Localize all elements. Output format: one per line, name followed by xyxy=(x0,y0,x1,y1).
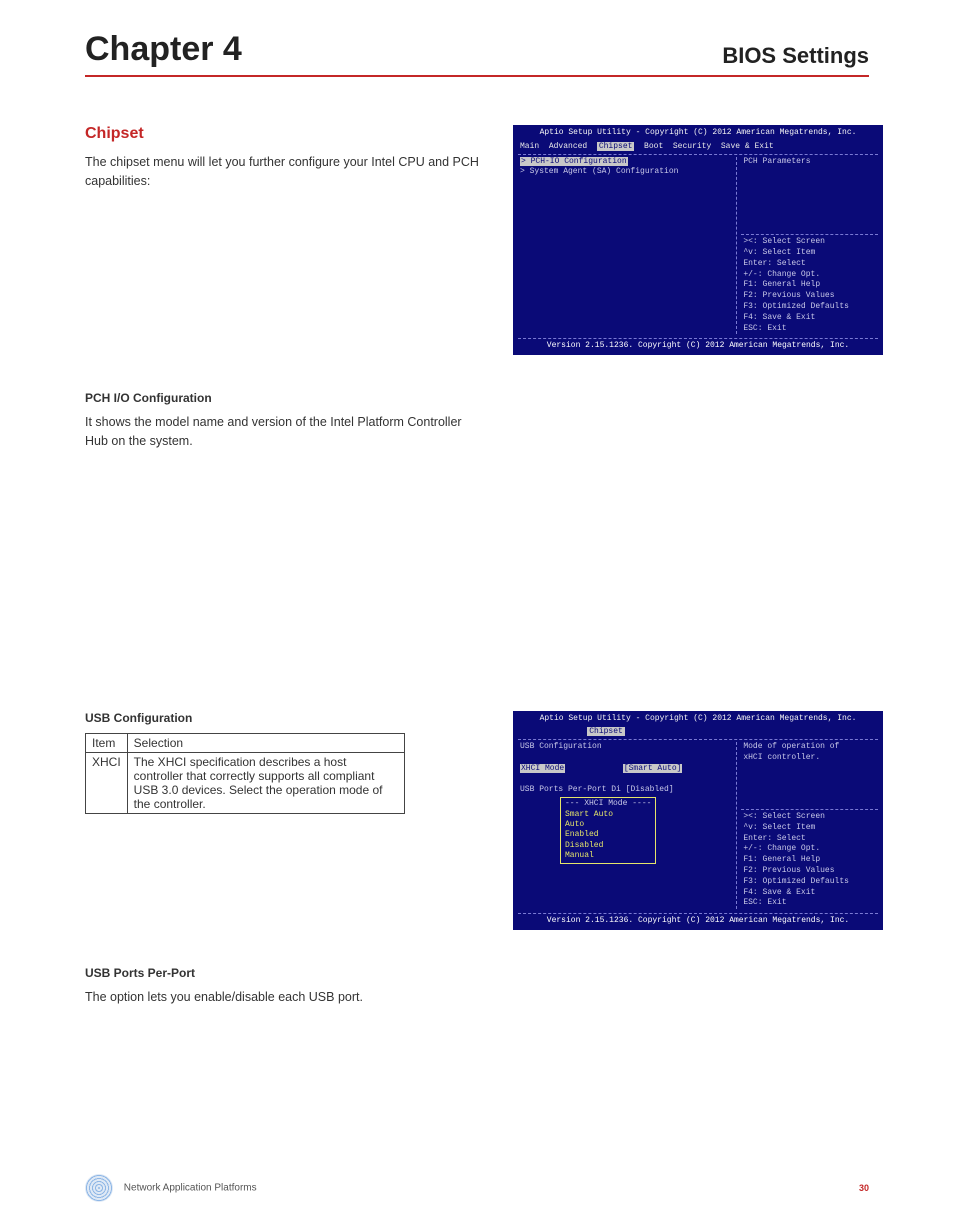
bios1-key-8: ESC: Exit xyxy=(743,324,786,333)
bios1-main-pane: > PCH-IO Configuration > System Agent (S… xyxy=(520,157,737,335)
popup-title: --- XHCI Mode ---- xyxy=(565,799,651,808)
bios2-key-6: F3: Optimized Defaults xyxy=(743,877,849,886)
bios2-key-5: F2: Previous Values xyxy=(743,866,834,875)
chapter-section: BIOS Settings xyxy=(722,43,869,69)
footer-text: Network Application Platforms xyxy=(124,1183,257,1194)
td-selection: The XHCI specification describes a host … xyxy=(127,752,404,813)
bios1-key-1: ^v: Select Item xyxy=(743,248,815,257)
bios1-key-3: +/-: Change Opt. xyxy=(743,270,820,279)
bios2-main-pane: USB Configuration XHCI Mode [Smart Auto]… xyxy=(520,742,737,909)
xhci-mode-popup: --- XHCI Mode ---- Smart Auto Auto Enabl… xyxy=(560,797,656,863)
bios1-key-0: ><: Select Screen xyxy=(743,237,825,246)
bios2-key-8: ESC: Exit xyxy=(743,898,786,907)
bios2-key-7: F4: Save & Exit xyxy=(743,888,815,897)
bios1-help-top: PCH Parameters xyxy=(743,157,810,166)
bios2-title: Aptio Setup Utility - Copyright (C) 2012… xyxy=(514,712,882,727)
bios2-key-0: ><: Select Screen xyxy=(743,812,825,821)
bios2-key-3: +/-: Change Opt. xyxy=(743,844,820,853)
chipset-intro: The chipset menu will let you further co… xyxy=(85,153,485,191)
bios2-l2-label: XHCI Mode xyxy=(520,764,565,773)
bios2-l1: USB Configuration xyxy=(520,742,602,751)
bios2-l2-value: [Smart Auto] xyxy=(623,764,683,773)
bios1-help-pane: PCH Parameters ><: Select Screen ^v: Sel… xyxy=(737,157,876,335)
popup-item-1: Auto xyxy=(565,820,584,829)
pch-heading: PCH I/O Configuration xyxy=(85,391,869,405)
menu-advanced: Advanced xyxy=(549,142,587,151)
popup-item-4: Manual xyxy=(565,851,594,860)
popup-item-2: Enabled xyxy=(565,830,599,839)
th-selection: Selection xyxy=(127,733,404,752)
bios2-menu-chipset: Chipset xyxy=(587,727,625,736)
bios1-key-7: F4: Save & Exit xyxy=(743,313,815,322)
header-rule xyxy=(85,75,869,77)
usb-ports-heading: USB Ports Per-Port xyxy=(85,966,869,980)
logo-icon xyxy=(85,1174,113,1202)
menu-boot: Boot xyxy=(644,142,663,151)
bios1-key-2: Enter: Select xyxy=(743,259,805,268)
bios1-key-4: F1: General Help xyxy=(743,280,820,289)
usb-table: Item Selection XHCI The XHCI specificati… xyxy=(85,733,405,814)
bios-screenshot-usb: Aptio Setup Utility - Copyright (C) 2012… xyxy=(513,711,883,930)
bios2-l3-label: USB Ports Per-Port Di xyxy=(520,785,621,794)
pch-text: It shows the model name and version of t… xyxy=(85,413,485,451)
popup-item-3: Disabled xyxy=(565,841,603,850)
bios-screenshot-chipset: Aptio Setup Utility - Copyright (C) 2012… xyxy=(513,125,883,355)
bios1-key-5: F2: Previous Values xyxy=(743,291,834,300)
bios1-key-6: F3: Optimized Defaults xyxy=(743,302,849,311)
table-header-row: Item Selection xyxy=(86,733,405,752)
menu-security: Security xyxy=(673,142,711,151)
menu-save-exit: Save & Exit xyxy=(721,142,774,151)
chapter-title: Chapter 4 xyxy=(85,30,242,69)
bios2-menu: Chipset xyxy=(514,726,882,739)
bios1-item-sa: > System Agent (SA) Configuration xyxy=(520,167,678,176)
bios2-footer: Version 2.15.1236. Copyright (C) 2012 Am… xyxy=(514,914,882,929)
bios1-title: Aptio Setup Utility - Copyright (C) 2012… xyxy=(514,126,882,141)
footer-left: Network Application Platforms xyxy=(85,1174,257,1202)
chipset-heading: Chipset xyxy=(85,125,485,143)
th-item: Item xyxy=(86,733,128,752)
usb-heading: USB Configuration xyxy=(85,711,485,725)
bios2-help-top: Mode of operation of xHCI controller. xyxy=(743,742,839,762)
page-footer: Network Application Platforms 30 xyxy=(85,1174,869,1202)
bios1-footer: Version 2.15.1236. Copyright (C) 2012 Am… xyxy=(514,339,882,354)
bios2-key-1: ^v: Select Item xyxy=(743,823,815,832)
page-number: 30 xyxy=(859,1183,869,1193)
usb-ports-text: The option lets you enable/disable each … xyxy=(85,988,485,1007)
bios1-menu: Main Advanced Chipset Boot Security Save… xyxy=(514,141,882,154)
menu-main: Main xyxy=(520,142,539,151)
bios2-key-2: Enter: Select xyxy=(743,834,805,843)
chapter-header: Chapter 4 BIOS Settings xyxy=(85,30,869,69)
bios2-help-pane: Mode of operation of xHCI controller. ><… xyxy=(737,742,876,909)
td-item: XHCI xyxy=(86,752,128,813)
popup-item-0: Smart Auto xyxy=(565,810,613,819)
bios2-l3-value: [Disabled] xyxy=(626,785,674,794)
bios1-item-pchio: > PCH-IO Configuration xyxy=(520,157,628,166)
table-row: XHCI The XHCI specification describes a … xyxy=(86,752,405,813)
menu-chipset: Chipset xyxy=(597,142,635,151)
bios2-key-4: F1: General Help xyxy=(743,855,820,864)
